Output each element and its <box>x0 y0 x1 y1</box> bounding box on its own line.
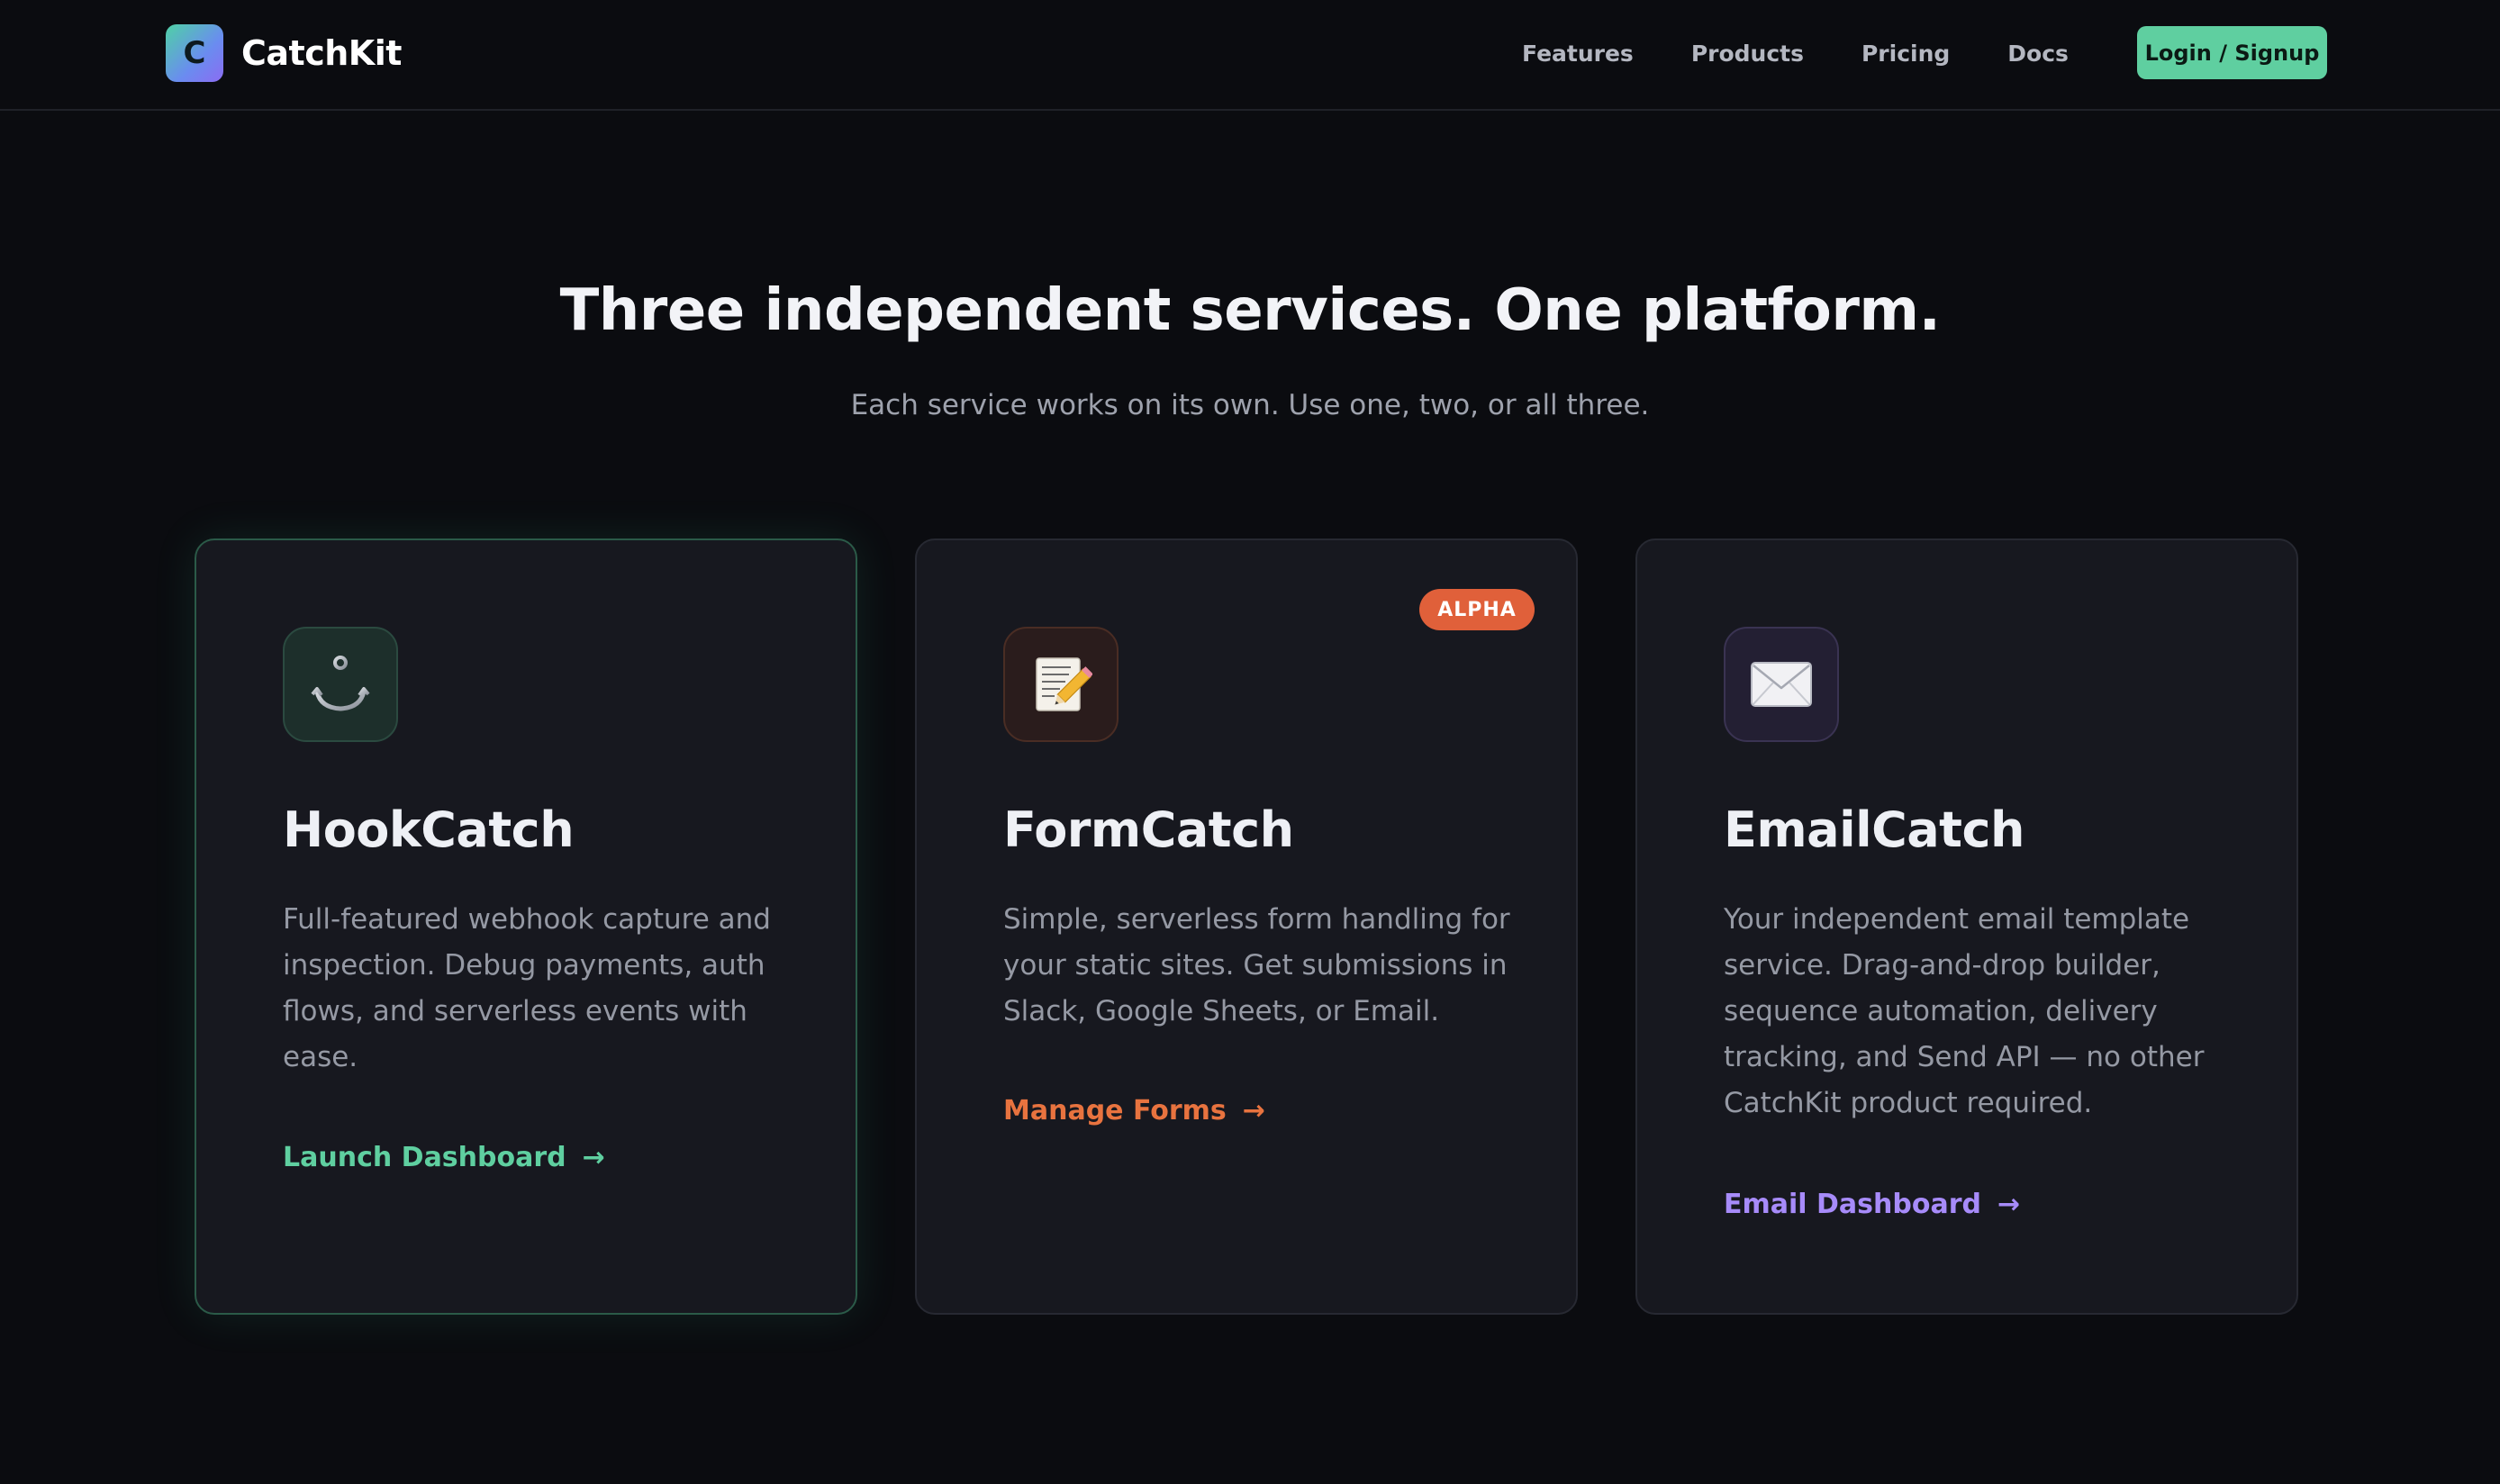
link-label: Manage Forms <box>1003 1095 1227 1127</box>
emailcatch-card: EmailCatch Your independent email templa… <box>1635 538 2298 1315</box>
page-subtitle: Each service works on its own. Use one, … <box>850 389 1650 421</box>
memo-pencil-icon <box>1003 627 1119 742</box>
card-description: Full-featured webhook capture and inspec… <box>283 903 771 1073</box>
card-title: HookCatch <box>283 801 575 858</box>
alpha-badge: ALPHA <box>1419 589 1535 630</box>
link-label: Launch Dashboard <box>283 1142 566 1173</box>
arrow-right-icon: → <box>1997 1189 2021 1220</box>
arrow-right-icon: → <box>1242 1095 1265 1127</box>
manage-forms-link[interactable]: Manage Forms → <box>1003 1095 1265 1127</box>
nav-link-features[interactable]: Features <box>1522 41 1634 67</box>
nav-links: Features Products Pricing Docs <box>1522 0 2126 106</box>
login-signup-button[interactable]: Login / Signup <box>2137 26 2327 79</box>
hookcatch-card: HookCatch Full-featured webhook capture … <box>195 538 857 1315</box>
card-description: Simple, serverless form handling for you… <box>1003 903 1510 1027</box>
nav-link-docs[interactable]: Docs <box>2007 41 2069 67</box>
launch-dashboard-link[interactable]: Launch Dashboard → <box>283 1142 605 1173</box>
card-description: Your independent email template service.… <box>1724 903 2205 1119</box>
brand[interactable]: C CatchKit <box>166 24 402 82</box>
envelope-icon <box>1724 627 1839 742</box>
nav-link-pricing[interactable]: Pricing <box>1861 41 1950 67</box>
anchor-icon <box>283 627 398 742</box>
card-title: EmailCatch <box>1724 801 2024 858</box>
email-dashboard-link[interactable]: Email Dashboard → <box>1724 1189 2020 1220</box>
top-navbar: C CatchKit Features Products Pricing Doc… <box>0 0 2500 111</box>
catchkit-logo-icon: C <box>166 24 223 82</box>
arrow-right-icon: → <box>582 1142 605 1173</box>
page-title: Three independent services. One platform… <box>559 277 1941 344</box>
nav-link-products[interactable]: Products <box>1691 41 1804 67</box>
formcatch-card: ALPHA FormCatch Simple, serverless form … <box>915 538 1578 1315</box>
brand-name: CatchKit <box>241 33 402 73</box>
link-label: Email Dashboard <box>1724 1189 1981 1220</box>
card-title: FormCatch <box>1003 801 1294 858</box>
